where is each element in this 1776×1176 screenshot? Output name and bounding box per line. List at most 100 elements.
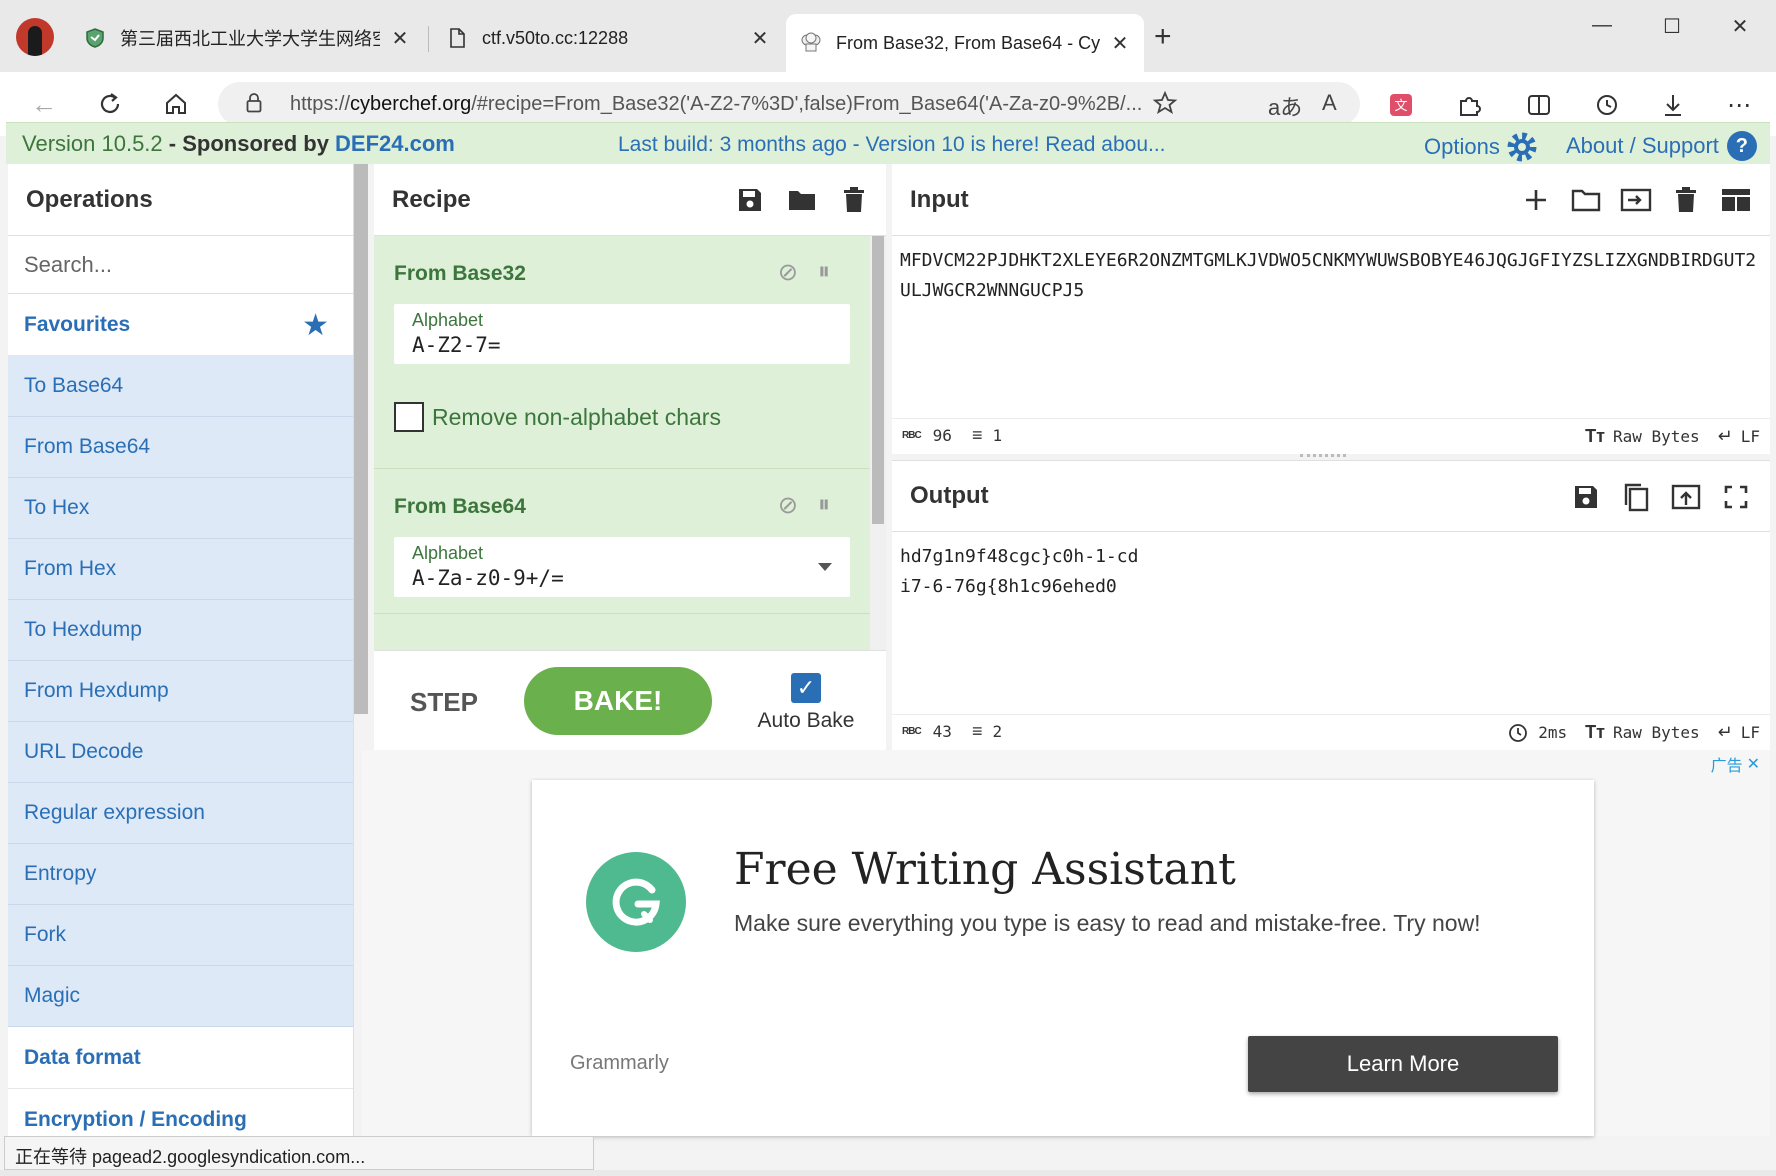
recipe-header: Recipe	[374, 164, 886, 236]
grammarly-logo-icon	[586, 852, 686, 952]
category-favourites[interactable]: Favourites ★	[8, 294, 353, 356]
window-close-button[interactable]: ✕	[1720, 14, 1760, 39]
replace-input-icon[interactable]	[1670, 481, 1702, 513]
ad-label: 广告	[1710, 758, 1743, 775]
maximize-button[interactable]: ☐	[1652, 14, 1692, 39]
output-eol-button[interactable]: ↵ LF	[1718, 722, 1760, 743]
operations-scrollbar[interactable]	[354, 164, 368, 714]
chef-hat-icon	[800, 32, 822, 54]
copy-output-icon[interactable]	[1620, 481, 1652, 513]
close-icon[interactable]: ✕	[390, 26, 410, 51]
op-item[interactable]: Fork	[8, 905, 353, 966]
split-screen-icon[interactable]	[1522, 88, 1556, 122]
op-item[interactable]: Regular expression	[8, 783, 353, 844]
category-encryption-encoding[interactable]: Encryption / Encoding	[8, 1089, 353, 1136]
op-item[interactable]: Magic	[8, 966, 353, 1027]
field-label: Alphabet	[412, 310, 484, 330]
disable-op-icon[interactable]: ⊘	[778, 258, 798, 287]
op-item[interactable]: URL Decode	[8, 722, 353, 783]
minimize-button[interactable]: —	[1582, 14, 1622, 37]
more-menu-icon[interactable]: ⋯	[1722, 88, 1756, 122]
search-box[interactable]	[8, 236, 353, 294]
close-icon[interactable]: ✕	[1110, 31, 1130, 56]
options-button[interactable]: Options	[1424, 131, 1538, 163]
favorite-star-icon[interactable]	[1148, 86, 1182, 120]
checkbox-box[interactable]	[394, 402, 424, 432]
field-value[interactable]: A-Z2-7=	[412, 333, 832, 357]
url-text[interactable]: https://cyberchef.org/#recipe=From_Base3…	[290, 93, 1290, 116]
lock-icon[interactable]	[246, 93, 262, 113]
clear-recipe-trash-icon[interactable]	[838, 184, 870, 216]
alphabet-select[interactable]: Alphabet A-Za-z0-9+/=	[394, 537, 850, 597]
build-notice-link[interactable]: Last build: 3 months ago - Version 10 is…	[618, 133, 1166, 157]
open-file-icon[interactable]	[1620, 184, 1652, 216]
input-header: Input	[892, 164, 1770, 236]
close-icon[interactable]: ✕	[750, 26, 770, 51]
back-arrow-icon[interactable]: ←	[26, 86, 62, 122]
op-item[interactable]: From Hex	[8, 539, 353, 600]
tab-ctf-site[interactable]: ctf.v50to.cc:12288 ✕	[432, 14, 784, 62]
home-icon[interactable]	[158, 86, 194, 122]
op-item[interactable]: From Hexdump	[8, 661, 353, 722]
ad-card[interactable]: Free Writing Assistant Make sure everyth…	[532, 780, 1594, 1136]
save-recipe-icon[interactable]	[734, 184, 766, 216]
output-text[interactable]: hd7g1n9f48cgc}c0h-1-cd i7-6-76g{8h1c96eh…	[892, 532, 1770, 714]
input-eol-button[interactable]: ↵ LF	[1718, 426, 1760, 447]
auto-bake-toggle[interactable]: ✓ Auto Bake	[756, 673, 856, 733]
sponsor-link[interactable]: DEF24.com	[335, 131, 455, 156]
maximise-output-icon[interactable]	[1720, 481, 1752, 513]
add-tab-plus-icon[interactable]	[1520, 184, 1552, 216]
load-recipe-folder-icon[interactable]	[786, 184, 818, 216]
profile-avatar[interactable]	[16, 18, 54, 56]
address-bar[interactable]: https://cyberchef.org/#recipe=From_Base3…	[218, 82, 1360, 126]
op-item[interactable]: To Hexdump	[8, 600, 353, 661]
length-abc-icon: RBC	[902, 430, 922, 441]
step-button[interactable]: STEP	[410, 687, 478, 718]
close-icon[interactable]: ✕	[1747, 754, 1760, 774]
pane-resize-handle[interactable]	[1300, 454, 1346, 458]
breakpoint-pause-icon[interactable]: ⏸	[818, 258, 830, 287]
op-item[interactable]: To Base64	[8, 356, 353, 417]
op-item[interactable]: Entropy	[8, 844, 353, 905]
extensions-puzzle-icon[interactable]	[1452, 88, 1486, 122]
save-output-icon[interactable]	[1570, 481, 1602, 513]
text-format-icon: Tт	[1585, 722, 1605, 742]
history-icon[interactable]	[1590, 88, 1624, 122]
window-bottom-edge	[0, 1170, 1776, 1176]
tab-cyberchef[interactable]: From Base32, From Base64 - CyberChef ✕	[786, 14, 1144, 72]
translator-extension-icon[interactable]: 文	[1384, 88, 1418, 122]
chevron-down-icon[interactable]	[818, 563, 832, 571]
input-encoding-button[interactable]: Tт Raw Bytes	[1585, 426, 1700, 447]
remove-non-alphabet-checkbox[interactable]: Remove non-alphabet chars	[394, 402, 850, 432]
operations-search-input[interactable]	[24, 251, 337, 278]
read-aloud-icon[interactable]: A	[1322, 90, 1337, 116]
field-value[interactable]: A-Za-z0-9+/=	[412, 566, 832, 590]
tab-ctf-event[interactable]: 第三届西北工业大学大学生网络空间安全 ✕	[70, 14, 424, 62]
about-support-button[interactable]: About / Support ?	[1566, 131, 1757, 161]
layout-reset-icon[interactable]	[1720, 184, 1752, 216]
download-icon[interactable]	[1656, 88, 1690, 122]
checkmark-icon[interactable]: ✓	[791, 673, 821, 703]
bake-button[interactable]: BAKE!	[524, 667, 712, 735]
new-tab-button[interactable]: +	[1154, 20, 1172, 54]
output-encoding-button[interactable]: Tт Raw Bytes	[1585, 722, 1700, 743]
shield-book-icon	[84, 27, 106, 49]
disable-op-icon[interactable]: ⊘	[778, 491, 798, 520]
translate-icon[interactable]: aあ	[1268, 90, 1302, 122]
breakpoint-pause-icon[interactable]: ⏸	[818, 491, 830, 520]
learn-more-button[interactable]: Learn More	[1248, 1036, 1558, 1092]
ad-choices[interactable]: 广告 ✕	[1711, 752, 1760, 776]
text-format-icon: Tт	[1585, 426, 1605, 446]
recipe-scrollbar[interactable]	[870, 236, 886, 650]
open-folder-icon[interactable]	[1570, 184, 1602, 216]
refresh-icon[interactable]	[92, 86, 128, 122]
alphabet-field[interactable]: Alphabet A-Z2-7=	[394, 304, 850, 364]
scrollbar-thumb[interactable]	[872, 236, 884, 524]
help-icon: ?	[1726, 131, 1757, 161]
input-textarea[interactable]: MFDVCM22PJDHKT2XLEYE6R2ONZMTGMLKJVDWO5CN…	[892, 236, 1770, 418]
category-data-format[interactable]: Data format	[8, 1027, 353, 1089]
op-item[interactable]: From Base64	[8, 417, 353, 478]
checkbox-label: Remove non-alphabet chars	[432, 403, 721, 430]
clear-input-trash-icon[interactable]	[1670, 184, 1702, 216]
op-item[interactable]: To Hex	[8, 478, 353, 539]
